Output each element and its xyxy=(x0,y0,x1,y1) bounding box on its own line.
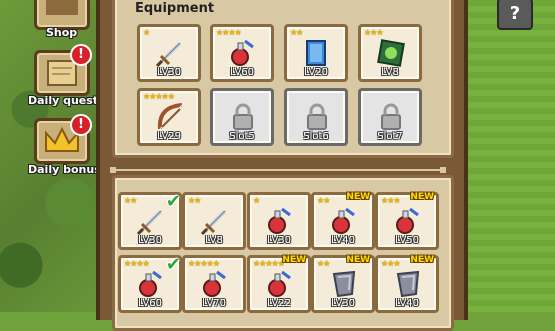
potion-icon xyxy=(268,270,291,297)
sword-icon xyxy=(155,41,182,68)
star-rating: ★★ xyxy=(290,28,303,37)
equipment-title: Equipment xyxy=(135,1,215,16)
equipped-check-icon: ✔ xyxy=(165,254,181,275)
potion-icon xyxy=(231,39,254,66)
item-level-label: LV29 xyxy=(156,131,182,142)
item-level-label: LV40 xyxy=(330,235,356,246)
item-level-label: LV8 xyxy=(381,67,399,78)
spellbook-icon xyxy=(377,39,405,67)
shop-label: Shop xyxy=(46,26,78,39)
item-level-label: Slot6 xyxy=(303,131,329,142)
locked-slot[interactable]: Slot6 xyxy=(284,88,348,146)
locked-slot[interactable]: Slot7 xyxy=(358,88,422,146)
star-rating: ★★★ xyxy=(381,196,400,205)
star-rating: ★★ xyxy=(124,196,137,205)
item-slot[interactable]: ★★★★ LV60 xyxy=(210,24,274,82)
item-slot[interactable]: ★★ LV40 NEW xyxy=(311,192,375,250)
item-slot[interactable]: ★★★★★ LV70 xyxy=(182,255,246,313)
new-badge: NEW xyxy=(282,255,306,265)
lock-icon xyxy=(381,103,401,130)
item-level-label: LV8 xyxy=(205,235,223,246)
potion-icon xyxy=(268,207,291,234)
item-level-label: LV30 xyxy=(266,235,292,246)
item-level-label: Slot5 xyxy=(229,131,255,142)
locked-slot[interactable]: Slot5 xyxy=(210,88,274,146)
panel-divider xyxy=(110,167,446,173)
daily-bonus-label: Daily bonus xyxy=(28,163,101,176)
star-rating: ★★★★ xyxy=(124,259,150,268)
item-slot[interactable]: ★★ LV20 xyxy=(284,24,348,82)
daily-quest-label: Daily quest xyxy=(28,94,99,107)
potion-icon xyxy=(396,207,419,234)
item-level-label: LV60 xyxy=(137,298,163,309)
star-rating: ★ xyxy=(143,28,150,37)
item-slot[interactable]: ★★★★★ LV22 NEW xyxy=(247,255,311,313)
item-slot[interactable]: ★★ LV30 NEW xyxy=(311,255,375,313)
star-rating: ★ xyxy=(253,196,260,205)
star-rating: ★★★ xyxy=(381,259,400,268)
new-badge: NEW xyxy=(410,192,434,202)
lock-icon xyxy=(233,103,253,130)
item-slot[interactable]: ★★★★ LV60 ✔ xyxy=(118,254,182,313)
item-level-label: LV50 xyxy=(394,235,420,246)
item-level-label: LV30 xyxy=(156,67,182,78)
shield-icon xyxy=(332,270,356,298)
star-rating: ★★★★ xyxy=(216,28,242,37)
equipped-check-icon: ✔ xyxy=(165,191,181,212)
item-slot[interactable]: ★★★ LV50 NEW xyxy=(375,192,439,250)
item-level-label: LV30 xyxy=(330,298,356,309)
lock-icon xyxy=(307,103,327,130)
star-rating: ★★ xyxy=(317,196,330,205)
daily-quest-alert-badge: ! xyxy=(70,44,92,66)
star-rating: ★★★★★ xyxy=(253,259,285,268)
item-level-label: LV22 xyxy=(266,298,292,309)
star-rating: ★★★ xyxy=(364,28,383,37)
new-badge: NEW xyxy=(410,255,434,265)
item-slot[interactable]: ★★★ LV40 NEW xyxy=(375,255,439,313)
grass-background-right xyxy=(460,0,555,312)
item-level-label: LV60 xyxy=(229,67,255,78)
item-level-label: Slot7 xyxy=(377,131,403,142)
item-slot[interactable]: ★ LV30 xyxy=(247,192,311,250)
daily-bonus-alert-badge: ! xyxy=(70,114,92,136)
shield-icon xyxy=(396,270,420,298)
book-icon xyxy=(306,40,326,66)
item-level-label: LV30 xyxy=(137,235,163,246)
item-level-label: LV20 xyxy=(303,67,329,78)
item-slot[interactable]: ★★★ LV8 xyxy=(358,24,422,82)
star-rating: ★★★★★ xyxy=(188,259,220,268)
sword-icon xyxy=(136,209,163,236)
sword-icon xyxy=(200,209,227,236)
item-slot[interactable]: ★★★★★ LV29 xyxy=(137,88,201,146)
help-button[interactable]: ? xyxy=(497,0,533,30)
item-slot[interactable]: ★ LV30 xyxy=(137,24,201,82)
potion-icon xyxy=(203,270,226,297)
item-slot[interactable]: ★★ LV30 ✔ xyxy=(118,191,182,250)
item-level-label: LV70 xyxy=(201,298,227,309)
bow-icon xyxy=(157,103,183,130)
shop-icon xyxy=(46,0,78,15)
potion-icon xyxy=(139,270,162,297)
new-badge: NEW xyxy=(346,255,370,265)
potion-icon xyxy=(332,207,355,234)
item-level-label: LV40 xyxy=(394,298,420,309)
star-rating: ★★ xyxy=(317,259,330,268)
star-rating: ★★★★★ xyxy=(143,92,175,101)
star-rating: ★★ xyxy=(188,196,201,205)
new-badge: NEW xyxy=(346,192,370,202)
item-slot[interactable]: ★★ LV8 xyxy=(182,192,246,250)
